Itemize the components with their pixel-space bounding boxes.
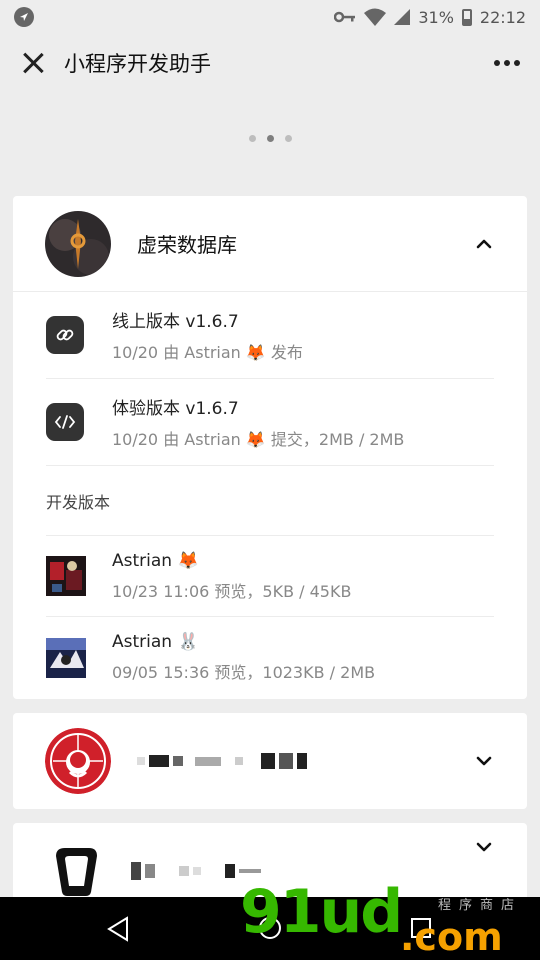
app-avatar bbox=[51, 844, 105, 897]
app-avatar bbox=[45, 210, 111, 277]
battery-icon bbox=[461, 8, 472, 26]
app-avatar bbox=[45, 728, 111, 794]
trial-version-row[interactable]: 体验版本 v1.6.7 10/20 由 Astrian 🦊 提交，2MB / 2… bbox=[46, 379, 494, 466]
code-icon bbox=[46, 403, 84, 441]
back-icon[interactable] bbox=[106, 916, 130, 942]
battery-percent: 31% bbox=[418, 7, 454, 27]
clock: 22:12 bbox=[479, 7, 526, 27]
more-options-icon[interactable] bbox=[494, 54, 520, 72]
watermark-logo: 91ud bbox=[240, 877, 403, 947]
release-version-row[interactable]: 线上版本 v1.6.7 10/20 由 Astrian 🦊 发布 bbox=[46, 292, 494, 379]
watermark-caption: 程序商店 bbox=[438, 898, 523, 913]
dev-subtitle: 10/23 11:06 预览，5KB / 45KB bbox=[112, 581, 352, 601]
page-dot bbox=[284, 135, 292, 142]
dev-versions-label: 开发版本 bbox=[46, 466, 494, 536]
version-title: 线上版本 v1.6.7 bbox=[112, 312, 239, 332]
close-icon[interactable] bbox=[20, 50, 46, 76]
dev-subtitle: 09/05 15:36 预览，1023KB / 2MB bbox=[112, 663, 376, 682]
dev-version-row[interactable]: Astrian 🦊 10/23 11:06 预览，5KB / 45KB bbox=[46, 536, 494, 617]
wifi-icon bbox=[364, 8, 387, 26]
chevron-down-icon[interactable] bbox=[473, 836, 495, 858]
page-dot-active bbox=[266, 135, 274, 142]
version-subtitle: 10/20 由 Astrian 🦊 提交，2MB / 2MB bbox=[112, 430, 405, 449]
chevron-down-icon[interactable] bbox=[473, 750, 495, 772]
page-dot bbox=[248, 135, 256, 142]
dev-version-row[interactable]: Astrian 🐰 09/05 15:36 预览，1023KB / 2MB bbox=[46, 617, 494, 698]
page-title: 小程序开发助手 bbox=[64, 52, 211, 76]
version-title: 体验版本 v1.6.7 bbox=[112, 399, 239, 419]
app-card-header[interactable]: 虚荣数据库 bbox=[13, 196, 527, 292]
carousel-indicator bbox=[0, 135, 540, 142]
app-card-header[interactable] bbox=[13, 713, 527, 809]
version-subtitle: 10/20 由 Astrian 🦊 发布 bbox=[112, 343, 303, 362]
chevron-up-icon[interactable] bbox=[473, 233, 495, 255]
watermark-suffix: .com bbox=[400, 915, 503, 959]
app-card-expanded: 虚荣数据库 线上版本 v1.6.7 10/20 由 Astrian 🦊 发布 体… bbox=[13, 196, 527, 699]
navigation-arrow-icon bbox=[14, 7, 34, 27]
dev-author: Astrian 🦊 bbox=[112, 550, 199, 571]
signal-icon bbox=[394, 9, 411, 25]
app-name: 虚荣数据库 bbox=[137, 233, 237, 257]
dev-author: Astrian 🐰 bbox=[112, 632, 199, 652]
key-icon bbox=[334, 11, 356, 23]
link-icon bbox=[46, 316, 84, 354]
dev-thumbnail bbox=[46, 637, 86, 678]
dev-thumbnail bbox=[46, 556, 86, 596]
app-card-collapsed[interactable] bbox=[13, 713, 527, 809]
app-name-redacted bbox=[137, 753, 307, 769]
status-bar: 31% 22:12 bbox=[0, 0, 540, 34]
title-bar: 小程序开发助手 bbox=[0, 34, 540, 92]
